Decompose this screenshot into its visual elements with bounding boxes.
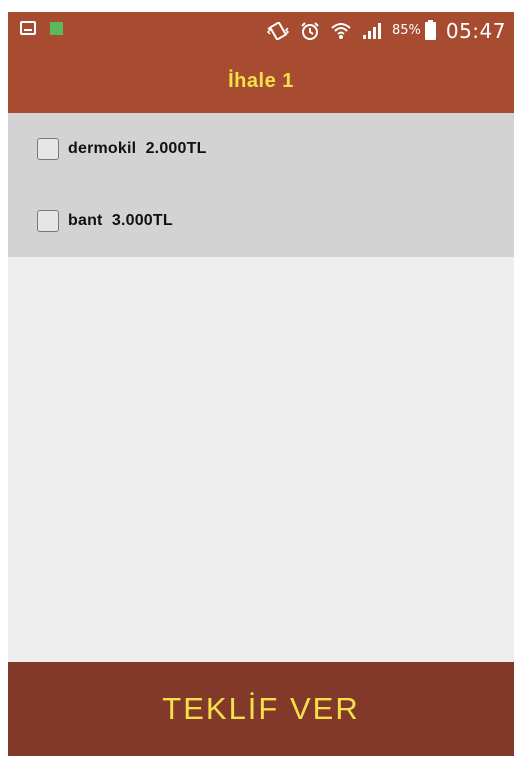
wifi-icon [330, 21, 352, 41]
status-left [20, 21, 63, 35]
alarm-icon [300, 21, 320, 41]
status-right: 85% 05:47 [266, 19, 506, 43]
submit-offer-label: TEKLİF VER [162, 691, 360, 726]
item-checkbox[interactable] [37, 138, 59, 160]
app-screen: 85% 05:47 İhale 1 dermokil 2.000TL bant … [8, 12, 514, 756]
status-bar: 85% 05:47 [8, 12, 514, 50]
item-label: bant 3.000TL [68, 212, 173, 229]
list-item[interactable]: dermokil 2.000TL [8, 113, 514, 185]
item-label: dermokil 2.000TL [68, 140, 207, 157]
signal-icon [362, 22, 382, 40]
page-title: İhale 1 [228, 70, 294, 92]
clock: 05:47 [445, 19, 506, 43]
notification-square-icon [50, 21, 63, 35]
item-checkbox[interactable] [37, 210, 59, 232]
battery-percent: 85% [391, 23, 421, 38]
submit-offer-button[interactable]: TEKLİF VER [8, 662, 514, 756]
list-item[interactable]: bant 3.000TL [8, 185, 514, 257]
battery-icon [424, 20, 436, 40]
gallery-icon [20, 21, 36, 35]
app-title-bar: İhale 1 [8, 50, 514, 113]
item-list: dermokil 2.000TL bant 3.000TL [8, 113, 514, 257]
vibrate-icon [266, 22, 290, 40]
